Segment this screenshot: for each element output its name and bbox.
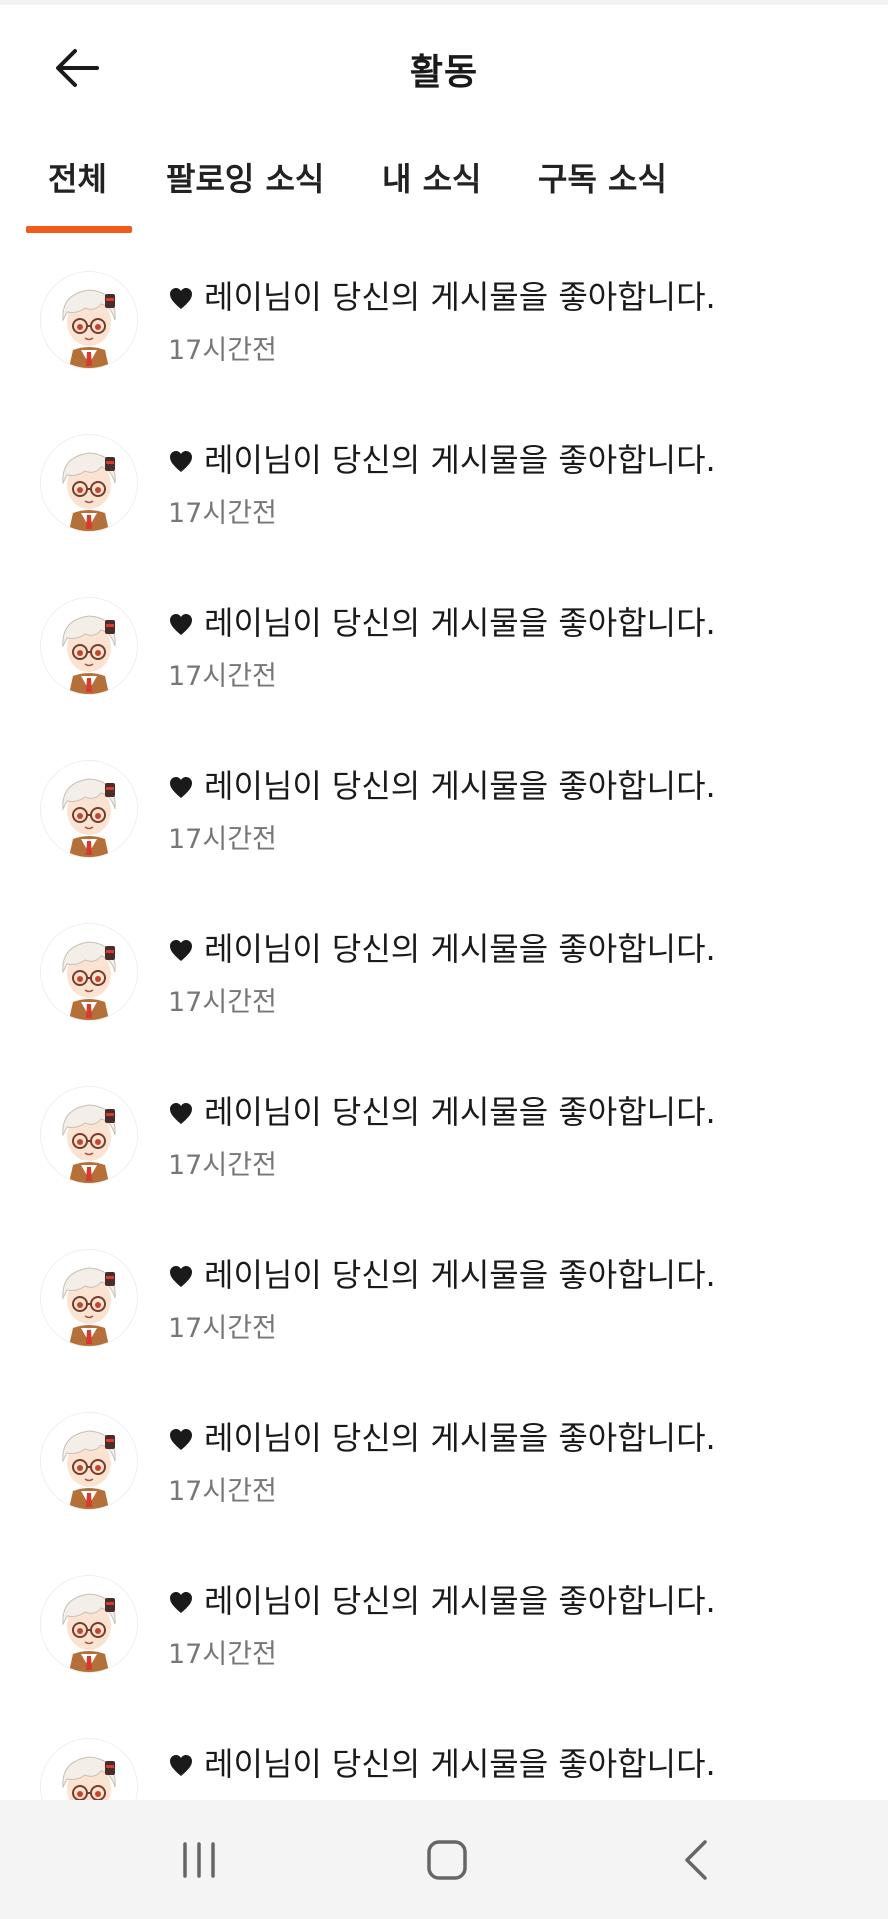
notification-message: 레이님이 당신의 게시물을 좋아합니다.: [168, 924, 716, 970]
notification-message: 레이님이 당신의 게시물을 좋아합니다.: [168, 1413, 716, 1459]
notification-message: 레이님이 당신의 게시물을 좋아합니다.: [168, 1087, 716, 1133]
avatar[interactable]: [40, 1249, 138, 1347]
system-navigation-bar: [0, 1800, 888, 1919]
tab-subscription-news[interactable]: 구독 소식: [538, 154, 667, 236]
notification-text: 레이님이 당신의 게시물을 좋아합니다.: [204, 1582, 716, 1620]
notification-message: 레이님이 당신의 게시물을 좋아합니다.: [168, 272, 716, 318]
notification-time: 17시간전: [168, 1313, 277, 1344]
notification-item[interactable]: 레이님이 당신의 게시물을 좋아합니다. 17시간전: [0, 725, 888, 888]
heart-icon: [168, 1749, 194, 1776]
notification-text: 레이님이 당신의 게시물을 좋아합니다.: [204, 930, 716, 968]
heart-icon: [168, 282, 194, 309]
notification-time: 17시간전: [168, 661, 277, 692]
notification-time: 17시간전: [168, 824, 277, 855]
heart-icon: [168, 1423, 194, 1450]
notification-text: 레이님이 당신의 게시물을 좋아합니다.: [204, 1256, 716, 1294]
notification-message: 레이님이 당신의 게시물을 좋아합니다.: [168, 1250, 716, 1296]
page-title: 활동: [409, 52, 479, 93]
tab-bar: 전체 팔로잉 소식 내 소식 구독 소식: [0, 140, 888, 236]
system-back-button[interactable]: [662, 1825, 732, 1895]
notification-time: 17시간전: [168, 1476, 277, 1507]
notification-text: 레이님이 당신의 게시물을 좋아합니다.: [204, 604, 716, 642]
notification-item[interactable]: 레이님이 당신의 게시물을 좋아합니다. 17시간전: [0, 1214, 888, 1377]
notification-list[interactable]: 레이님이 당신의 게시물을 좋아합니다. 17시간전 레이님이 당신의 게시물을 …: [0, 236, 888, 1800]
tab-my-news[interactable]: 내 소식: [382, 154, 481, 236]
heart-icon: [168, 445, 194, 472]
avatar[interactable]: [40, 1086, 138, 1184]
recent-apps-icon: [183, 1842, 215, 1878]
notification-item[interactable]: 레이님이 당신의 게시물을 좋아합니다. 17시간전: [0, 1051, 888, 1214]
avatar[interactable]: [40, 760, 138, 858]
system-back-icon: [685, 1840, 707, 1880]
notification-time: 17시간전: [168, 1639, 277, 1670]
notification-message: 레이님이 당신의 게시물을 좋아합니다.: [168, 1739, 716, 1785]
notification-text: 레이님이 당신의 게시물을 좋아합니다.: [204, 1419, 716, 1457]
notification-text: 레이님이 당신의 게시물을 좋아합니다.: [204, 767, 716, 805]
avatar[interactable]: [40, 434, 138, 532]
notification-item[interactable]: 레이님이 당신의 게시물을 좋아합니다. 17시간전: [0, 236, 888, 399]
heart-icon: [168, 1097, 194, 1124]
tab-all[interactable]: 전체: [48, 154, 107, 236]
notification-message: 레이님이 당신의 게시물을 좋아합니다.: [168, 761, 716, 807]
heart-icon: [168, 1260, 194, 1287]
active-tab-indicator: [26, 226, 132, 233]
notification-time: 17시간전: [168, 1150, 277, 1181]
avatar[interactable]: [40, 1575, 138, 1673]
avatar[interactable]: [40, 597, 138, 695]
heart-icon: [168, 608, 194, 635]
home-button[interactable]: [412, 1825, 482, 1895]
heart-icon: [168, 934, 194, 961]
notification-text: 레이님이 당신의 게시물을 좋아합니다.: [204, 441, 716, 479]
avatar[interactable]: [40, 1738, 138, 1800]
notification-item[interactable]: 레이님이 당신의 게시물을 좋아합니다. 17시간전: [0, 888, 888, 1051]
recent-apps-button[interactable]: [164, 1825, 234, 1895]
notification-text: 레이님이 당신의 게시물을 좋아합니다.: [204, 1745, 716, 1783]
heart-icon: [168, 1586, 194, 1613]
app-header: 활동: [0, 5, 888, 125]
notification-item[interactable]: 레이님이 당신의 게시물을 좋아합니다. 17시간전: [0, 562, 888, 725]
notification-message: 레이님이 당신의 게시물을 좋아합니다.: [168, 1576, 716, 1622]
notification-text: 레이님이 당신의 게시물을 좋아합니다.: [204, 278, 716, 316]
avatar[interactable]: [40, 923, 138, 1021]
notification-item[interactable]: 레이님이 당신의 게시물을 좋아합니다. 17시간전: [0, 1540, 888, 1703]
notification-item[interactable]: 레이님이 당신의 게시물을 좋아합니다.: [0, 1703, 888, 1800]
notification-time: 17시간전: [168, 987, 277, 1018]
notification-time: 17시간전: [168, 335, 277, 366]
notification-time: 17시간전: [168, 498, 277, 529]
heart-icon: [168, 771, 194, 798]
avatar[interactable]: [40, 1412, 138, 1510]
notification-message: 레이님이 당신의 게시물을 좋아합니다.: [168, 435, 716, 481]
notification-item[interactable]: 레이님이 당신의 게시물을 좋아합니다. 17시간전: [0, 399, 888, 562]
tab-following-news[interactable]: 팔로잉 소식: [166, 154, 324, 236]
notification-item[interactable]: 레이님이 당신의 게시물을 좋아합니다. 17시간전: [0, 1377, 888, 1540]
avatar[interactable]: [40, 271, 138, 369]
notification-text: 레이님이 당신의 게시물을 좋아합니다.: [204, 1093, 716, 1131]
home-icon: [427, 1840, 467, 1880]
notification-message: 레이님이 당신의 게시물을 좋아합니다.: [168, 598, 716, 644]
